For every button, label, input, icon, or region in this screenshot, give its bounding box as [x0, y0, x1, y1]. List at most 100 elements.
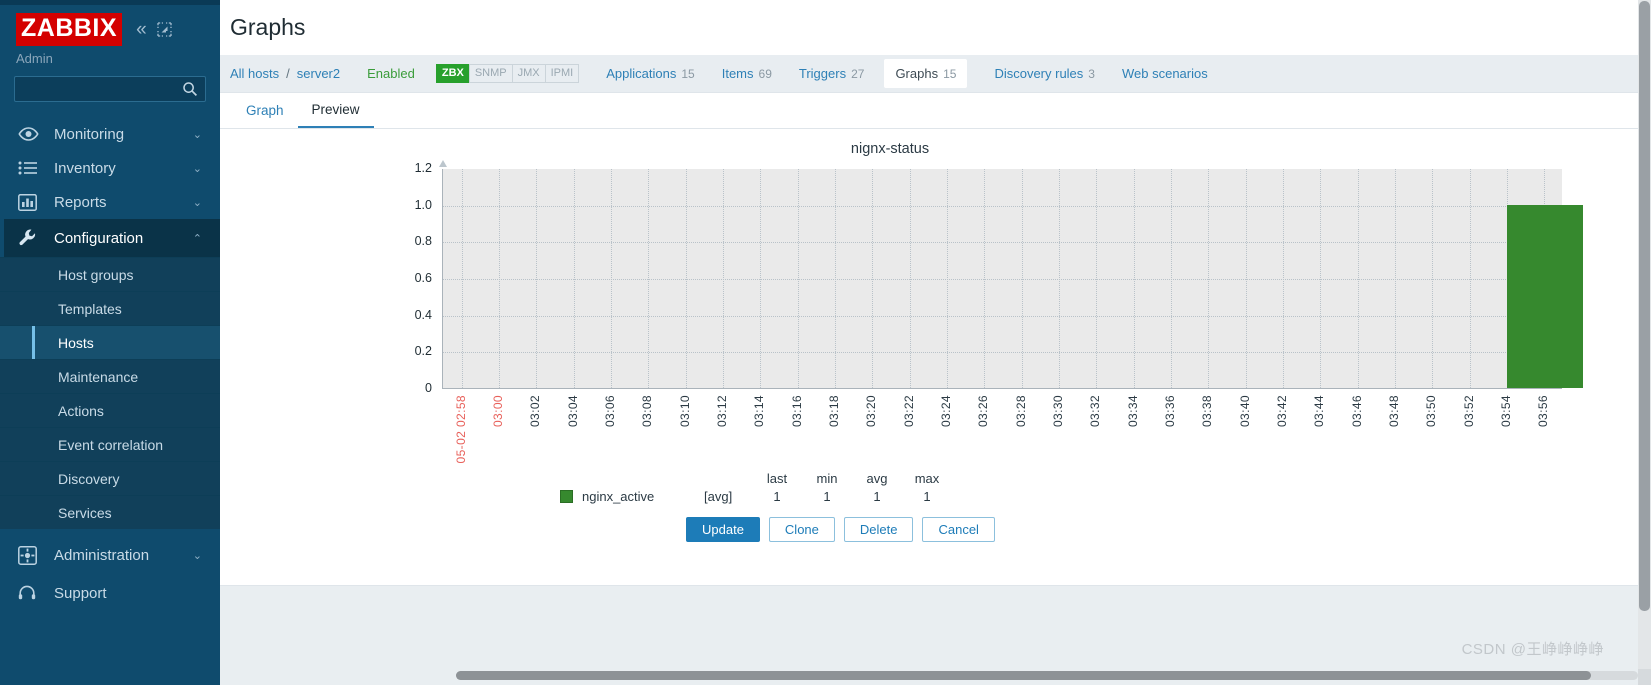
chart-gridline-vertical [573, 169, 575, 388]
chart-gridline-vertical [499, 169, 500, 388]
eye-icon [18, 124, 42, 144]
zabbix-logo[interactable]: ZABBIX [16, 13, 123, 46]
current-user-label: Admin [16, 51, 53, 66]
sidebar-item-reports[interactable]: Reports ⌄ [0, 185, 220, 219]
sidebar-item-configuration[interactable]: Configuration ⌃ [0, 219, 220, 257]
graph-preview: nignx-status 1.2 1.0 0.8 0.6 0.4 0.2 0 05-02 0… [220, 129, 1640, 529]
sidebar: ZABBIX « Admin Monitoring ⌄ Inventory ⌄ … [0, 0, 220, 685]
legend-col-avg: avg [866, 471, 888, 486]
expand-icon[interactable] [156, 22, 172, 37]
sidebar-subitem-services[interactable]: Services [0, 495, 220, 529]
chart-gridline-vertical [872, 169, 874, 388]
sidebar-subitem-label: Actions [58, 402, 104, 419]
chart-gridline-vertical [1096, 169, 1098, 388]
x-axis-tick-label: 03:06 [603, 395, 617, 428]
sidebar-item-monitoring[interactable]: Monitoring ⌄ [0, 117, 220, 151]
tab-discovery-rules[interactable]: Discovery rules 3 [994, 66, 1095, 81]
chart-gridline-vertical [1059, 169, 1060, 388]
interface-tag-ipmi: IPMI [544, 63, 580, 84]
sidebar-item-inventory[interactable]: Inventory ⌄ [0, 151, 220, 185]
x-axis-tick-label: 03:22 [901, 395, 916, 428]
sidebar-item-support[interactable]: Support [0, 574, 220, 612]
chevron-up-icon: ⌃ [192, 232, 202, 245]
chart-gridline-vertical [1395, 169, 1396, 388]
sidebar-subitem-label: Hosts [58, 334, 94, 351]
sidebar-subitem-templates[interactable]: Templates [0, 291, 220, 325]
tab-triggers[interactable]: Triggers 27 [799, 66, 865, 81]
legend-col-max: max [914, 471, 940, 486]
sidebar-subitem-event-correlation[interactable]: Event correlation [0, 427, 220, 461]
sidebar-item-administration[interactable]: Administration ⌄ [0, 536, 220, 574]
x-axis-tick-label: 03:14 [752, 395, 767, 428]
host-status-link[interactable]: Enabled [367, 66, 415, 81]
y-axis-tick-label: 0.6 [414, 271, 432, 285]
chart-gridline-vertical [760, 169, 762, 388]
watermark: CSDN @王峥峥峥峥 [1461, 641, 1604, 658]
x-axis-tick-label: 03:12 [715, 395, 729, 428]
y-axis-tick-label: 1.2 [414, 161, 432, 175]
vertical-scrollbar-thumb[interactable] [1639, 1, 1650, 611]
chart-plot-area [442, 169, 1583, 389]
chart-gridline-vertical [1432, 169, 1434, 388]
sidebar-subitem-host-groups[interactable]: Host groups [0, 257, 220, 291]
update-button[interactable]: Update [686, 517, 760, 542]
chevron-down-icon: ⌄ [192, 549, 202, 562]
x-axis-tick-label: 03:00 [491, 395, 505, 428]
sidebar-nav: Monitoring ⌄ Inventory ⌄ Reports ⌄ Confi… [0, 117, 220, 612]
tab-label: Items [721, 66, 754, 81]
sidebar-subitem-label: Templates [58, 300, 122, 317]
tab-applications[interactable]: Applications 15 [606, 66, 694, 81]
legend-header-row: last min avg max [560, 471, 952, 486]
subtab-label: Graph [246, 103, 284, 118]
sidebar-subitem-maintenance[interactable]: Maintenance [0, 359, 220, 393]
x-axis-tick-label: 03:30 [1051, 395, 1065, 428]
chart-title: nignx-status [850, 141, 930, 157]
breadcrumb-host[interactable]: server2 [297, 66, 340, 81]
chart-gridline-vertical [947, 169, 948, 388]
x-axis-tick-label: 03:48 [1387, 395, 1401, 428]
collapse-sidebar-icon[interactable]: « [136, 20, 146, 39]
vertical-scrollbar[interactable] [1638, 0, 1651, 685]
sidebar-subitem-hosts[interactable]: Hosts [0, 325, 220, 359]
cancel-button[interactable]: Cancel [922, 517, 995, 542]
legend-value-avg: 1 [873, 489, 881, 504]
horizontal-scrollbar[interactable] [456, 671, 1638, 680]
chart-gridline-vertical [461, 169, 463, 388]
chart-gridline-vertical [1320, 169, 1322, 388]
tab-web-scenarios[interactable]: Web scenarios [1122, 66, 1213, 81]
page-title: Graphs [230, 14, 306, 40]
sidebar-subitem-discovery[interactable]: Discovery [0, 461, 220, 495]
x-axis-tick-label: 03:38 [1200, 395, 1215, 428]
tab-items[interactable]: Items 69 [722, 66, 772, 81]
tab-graph[interactable]: Graph [232, 93, 298, 128]
tab-preview[interactable]: Preview [297, 93, 374, 128]
list-icon [18, 158, 42, 178]
horizontal-scrollbar-thumb[interactable] [456, 671, 1591, 680]
x-axis-tick-label: 03:28 [1013, 395, 1028, 428]
delete-button[interactable]: Delete [843, 517, 914, 542]
chart-gridline-vertical [1021, 169, 1023, 388]
chart-gridline-vertical [1357, 169, 1359, 388]
chevron-down-icon: ⌄ [192, 128, 202, 141]
search-input[interactable] [14, 76, 206, 102]
x-axis-tick-label: 03:26 [976, 395, 991, 428]
subtab-label: Preview [311, 102, 360, 117]
sidebar-item-label: Support [54, 584, 107, 602]
clone-button[interactable]: Clone [768, 517, 835, 542]
chart-gridline-vertical [909, 169, 911, 388]
x-axis-tick-label: 03:36 [1163, 395, 1177, 428]
sidebar-subitem-label: Host groups [58, 266, 134, 283]
chart-gridline-vertical [1208, 169, 1210, 388]
chart-gridline-vertical [835, 169, 836, 388]
sidebar-subitem-actions[interactable]: Actions [0, 393, 220, 427]
legend-col-last: last [766, 471, 788, 486]
chart-gridline-vertical [648, 169, 650, 388]
y-axis-tick-label: 0.2 [414, 344, 432, 359]
scrollbar-corner [1638, 669, 1651, 685]
breadcrumb-all-hosts[interactable]: All hosts [230, 66, 279, 81]
x-axis-tick-label: 03:24 [939, 395, 953, 428]
chart-gridline-vertical [1469, 169, 1471, 388]
tab-graphs[interactable]: Graphs 15 [884, 59, 968, 88]
interface-tags: ZBX SNMP JMX IPMI [435, 63, 580, 84]
tab-count: 3 [1088, 67, 1095, 81]
